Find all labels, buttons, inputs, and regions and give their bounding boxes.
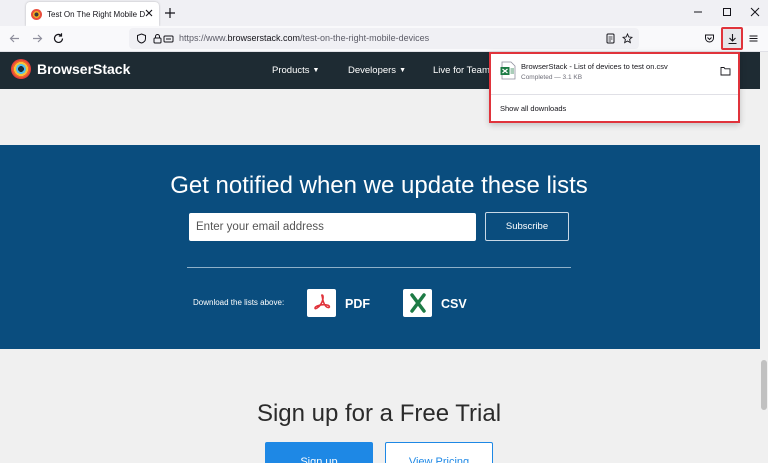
downloads-button[interactable] (721, 27, 743, 50)
url-text[interactable]: https://www.browserstack.com/test-on-the… (179, 33, 429, 43)
page-scrollbar-thumb[interactable] (761, 360, 767, 410)
nav-products[interactable]: Products ▼ (272, 65, 319, 76)
acrobat-icon (313, 294, 330, 310)
pdf-label[interactable]: PDF (345, 297, 370, 311)
nav-toolbar: https://www.browserstack.com/test-on-the… (0, 26, 768, 52)
download-file-name[interactable]: BrowserStack - List of devices to test o… (521, 62, 668, 71)
download-lists-label: Download the lists above: (193, 298, 285, 307)
forward-arrow-icon[interactable] (31, 32, 44, 45)
browser-window: Test On The Right Mobile Device https://… (0, 0, 768, 463)
view-pricing-button[interactable]: View Pricing (385, 442, 493, 463)
back-arrow-icon[interactable] (8, 32, 21, 45)
excel-x-icon (409, 293, 426, 313)
chevron-down-icon: ▼ (399, 67, 406, 74)
tracking-shield-icon[interactable] (136, 33, 147, 44)
downloads-panel: BrowserStack - List of devices to test o… (489, 52, 740, 123)
email-input[interactable] (189, 213, 476, 241)
section-divider (187, 267, 571, 268)
reader-view-icon[interactable] (605, 33, 616, 44)
close-tab-icon[interactable] (144, 8, 154, 18)
csv-file-icon (500, 61, 516, 80)
bookmark-star-icon[interactable] (622, 33, 633, 44)
nav-developers[interactable]: Developers ▼ (348, 65, 406, 76)
new-tab-plus-icon[interactable] (163, 6, 177, 20)
url-path: /test-on-the-right-mobile-devices (300, 33, 430, 43)
panel-divider (491, 94, 738, 95)
brand-name[interactable]: BrowserStack (37, 61, 130, 77)
csv-label[interactable]: CSV (441, 297, 467, 311)
tab-active[interactable]: Test On The Right Mobile Device (26, 2, 159, 26)
csv-download-icon[interactable] (403, 289, 432, 317)
notify-title: Get notified when we update these lists (170, 172, 588, 199)
url-scheme: https://www. (179, 33, 228, 43)
window-close-icon[interactable] (749, 6, 761, 18)
permissions-icon[interactable] (163, 33, 174, 44)
subscribe-button[interactable]: Subscribe (485, 212, 569, 241)
minimize-icon[interactable] (692, 6, 704, 18)
address-bar[interactable]: https://www.browserstack.com/test-on-the… (129, 28, 639, 49)
nav-developers-label: Developers (348, 65, 397, 76)
lock-icon[interactable] (152, 33, 163, 44)
download-status: Completed — 3.1 KB (521, 74, 583, 81)
nav-products-label: Products (272, 65, 310, 76)
download-arrow-icon (728, 34, 737, 45)
url-host: browserstack.com (227, 33, 301, 43)
tab-strip: Test On The Right Mobile Device (0, 0, 768, 26)
browserstack-logo-icon[interactable] (11, 59, 31, 79)
show-all-downloads-link[interactable]: Show all downloads (500, 104, 566, 113)
pdf-download-icon[interactable] (307, 289, 336, 317)
pocket-icon[interactable] (704, 33, 715, 44)
chevron-down-icon: ▼ (312, 67, 320, 74)
tab-title: Test On The Right Mobile Device (47, 9, 145, 19)
menu-hamburger-icon[interactable] (748, 33, 759, 44)
maximize-icon[interactable] (721, 6, 733, 18)
signup-button[interactable]: Sign up (265, 442, 373, 463)
signup-title: Sign up for a Free Trial (256, 400, 502, 427)
nav-live-for-teams[interactable]: Live for Teams (433, 65, 495, 76)
browserstack-favicon-icon (31, 8, 42, 20)
folder-icon[interactable] (720, 66, 731, 76)
reload-icon[interactable] (52, 32, 65, 45)
